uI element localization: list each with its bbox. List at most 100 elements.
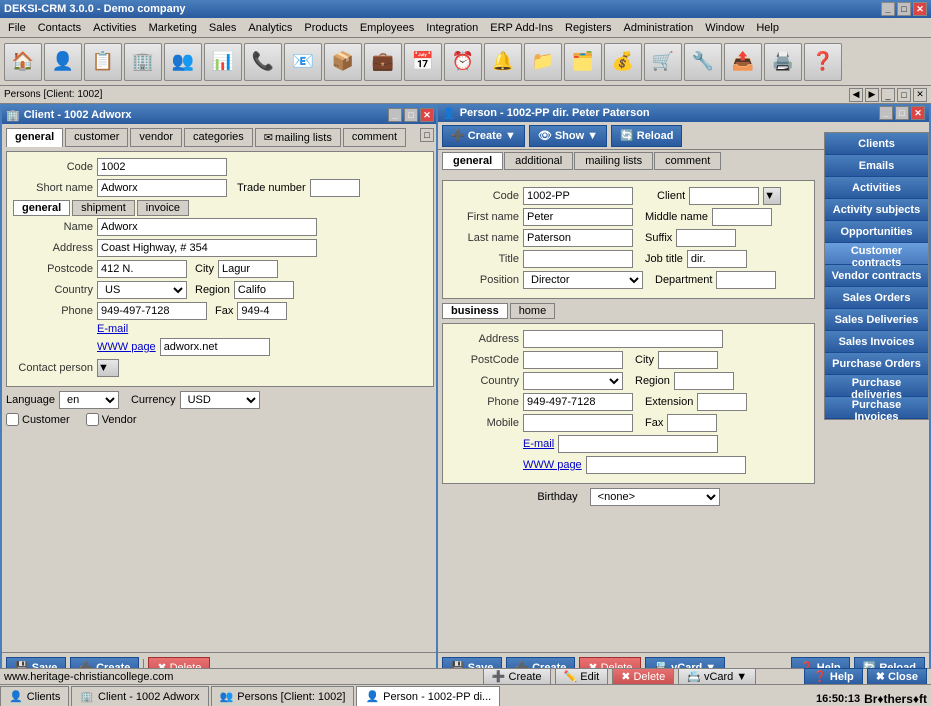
menu-employees[interactable]: Employees <box>354 20 420 36</box>
person-position-select[interactable]: Director <box>523 271 643 289</box>
postcode-input[interactable] <box>97 260 187 278</box>
person-department-input[interactable] <box>716 271 776 289</box>
person-tab-mailing[interactable]: mailing lists <box>574 152 653 170</box>
person-suffix-input[interactable] <box>676 229 736 247</box>
menu-activities[interactable]: Activities <box>87 20 142 36</box>
right-menu-purchase-deliveries[interactable]: Purchase deliveries <box>825 375 928 397</box>
language-select[interactable]: en <box>59 391 119 409</box>
person-client-pick-btn[interactable]: ▼ <box>763 187 781 205</box>
client-win-min[interactable]: _ <box>388 108 402 122</box>
right-menu-emails[interactable]: Emails <box>825 155 928 177</box>
person-lastname-input[interactable] <box>523 229 633 247</box>
menu-products[interactable]: Products <box>298 20 353 36</box>
client-win-max[interactable]: □ <box>404 108 418 122</box>
bottom-vcard-btn[interactable]: 📇 vCard ▼ <box>678 668 756 686</box>
right-menu-opportunities[interactable]: Opportunities <box>825 221 928 243</box>
person-win-min[interactable]: _ <box>879 106 893 120</box>
trade-number-input[interactable] <box>310 179 360 197</box>
biz-fax-input[interactable] <box>667 414 717 432</box>
person-tab-general[interactable]: general <box>442 152 503 170</box>
toolbar-btn-9[interactable]: 📦 <box>324 43 362 81</box>
tab-categories[interactable]: categories <box>184 128 253 147</box>
right-menu-customer-contracts[interactable]: Customer contracts <box>825 243 928 265</box>
biz-email-link[interactable]: E-mail <box>523 438 554 450</box>
right-menu-sales-orders[interactable]: Sales Orders <box>825 287 928 309</box>
tab-general[interactable]: general <box>6 128 63 147</box>
menu-analytics[interactable]: Analytics <box>242 20 298 36</box>
bottom-edit-btn[interactable]: ✏️ Edit <box>555 668 609 686</box>
bottom-delete-btn[interactable]: ✖ Delete <box>612 668 674 686</box>
name-input[interactable] <box>97 218 317 236</box>
bottom-create-btn[interactable]: ➕ Create <box>483 668 551 686</box>
person-jobtitle-input[interactable] <box>687 250 747 268</box>
menu-file[interactable]: File <box>2 20 32 36</box>
tab-home[interactable]: home <box>510 303 556 319</box>
toolbar-btn-5[interactable]: 👥 <box>164 43 202 81</box>
bottom-tab-person-pp[interactable]: 👤 Person - 1002-PP di... <box>356 686 500 706</box>
menu-help[interactable]: Help <box>750 20 785 36</box>
phone-input[interactable] <box>97 302 207 320</box>
biz-address-input[interactable] <box>523 330 723 348</box>
biz-country-select[interactable] <box>523 372 623 390</box>
right-menu-purchase-orders[interactable]: Purchase Orders <box>825 353 928 375</box>
maximize-button[interactable]: □ <box>897 2 911 16</box>
toolbar-btn-21[interactable]: ❓ <box>804 43 842 81</box>
biz-ext-input[interactable] <box>697 393 747 411</box>
close-button[interactable]: ✕ <box>913 2 927 16</box>
biz-phone-input[interactable] <box>523 393 633 411</box>
tab-comment[interactable]: comment <box>343 128 406 147</box>
address-input[interactable] <box>97 239 317 257</box>
tab-mailing-lists[interactable]: ✉ mailing lists <box>255 128 341 147</box>
menu-erp[interactable]: ERP Add-Ins <box>484 20 559 36</box>
shortname-input[interactable] <box>97 179 227 197</box>
toolbar-btn-11[interactable]: 📅 <box>404 43 442 81</box>
toolbar-btn-10[interactable]: 💼 <box>364 43 402 81</box>
toolbar-btn-16[interactable]: 💰 <box>604 43 642 81</box>
bottom-tab-persons[interactable]: 👥 Persons [Client: 1002] <box>211 686 355 706</box>
inner-tab-invoice[interactable]: invoice <box>137 200 189 216</box>
person-create-btn[interactable]: ➕ Create ▼ <box>442 125 525 147</box>
menu-administration[interactable]: Administration <box>618 20 700 36</box>
biz-region-input[interactable] <box>674 372 734 390</box>
vendor-checkbox[interactable] <box>86 413 99 426</box>
window-close-x[interactable]: ✕ <box>913 88 927 102</box>
tab-business[interactable]: business <box>442 303 508 319</box>
minimize-button[interactable]: _ <box>881 2 895 16</box>
person-client-input[interactable] <box>689 187 759 205</box>
biz-postcode-input[interactable] <box>523 351 623 369</box>
menu-contacts[interactable]: Contacts <box>32 20 87 36</box>
biz-email-input[interactable] <box>558 435 718 453</box>
toolbar-btn-1[interactable]: 🏠 <box>4 43 42 81</box>
customer-checkbox-label[interactable]: Customer <box>6 413 70 426</box>
toolbar-btn-7[interactable]: 📞 <box>244 43 282 81</box>
person-middlename-input[interactable] <box>712 208 772 226</box>
right-menu-purchase-invoices[interactable]: Purchase Invoices <box>825 397 928 419</box>
contact-person-btn[interactable]: ▼ <box>97 359 119 377</box>
toolbar-btn-18[interactable]: 🔧 <box>684 43 722 81</box>
toolbar-btn-2[interactable]: 👤 <box>44 43 82 81</box>
currency-select[interactable]: USD <box>180 391 260 409</box>
biz-city-input[interactable] <box>658 351 718 369</box>
scroll-right[interactable]: ▶ <box>865 88 879 102</box>
toolbar-btn-4[interactable]: 🏢 <box>124 43 162 81</box>
bottom-tab-clients[interactable]: 👤 Clients <box>0 686 69 706</box>
person-show-btn[interactable]: 👁 Show ▼ <box>529 125 607 147</box>
toolbar-btn-14[interactable]: 📁 <box>524 43 562 81</box>
toolbar-btn-15[interactable]: 🗂️ <box>564 43 602 81</box>
client-win-close[interactable]: ✕ <box>420 108 434 122</box>
menu-sales[interactable]: Sales <box>203 20 243 36</box>
birthday-select[interactable]: <none> <box>590 488 720 506</box>
window-maximize[interactable]: □ <box>897 88 911 102</box>
toolbar-btn-20[interactable]: 🖨️ <box>764 43 802 81</box>
email-link[interactable]: E-mail <box>97 323 128 335</box>
inner-tab-shipment[interactable]: shipment <box>72 200 135 216</box>
tab-vendor[interactable]: vendor <box>130 128 182 147</box>
person-win-close[interactable]: ✕ <box>911 106 925 120</box>
right-menu-sales-deliveries[interactable]: Sales Deliveries <box>825 309 928 331</box>
person-tab-additional[interactable]: additional <box>504 152 573 170</box>
toolbar-btn-3[interactable]: 📋 <box>84 43 122 81</box>
bottom-help-btn[interactable]: ❓ Help <box>804 668 863 686</box>
bottom-close-btn[interactable]: ✖ Close <box>867 668 927 686</box>
menu-marketing[interactable]: Marketing <box>143 20 203 36</box>
toolbar-btn-17[interactable]: 🛒 <box>644 43 682 81</box>
